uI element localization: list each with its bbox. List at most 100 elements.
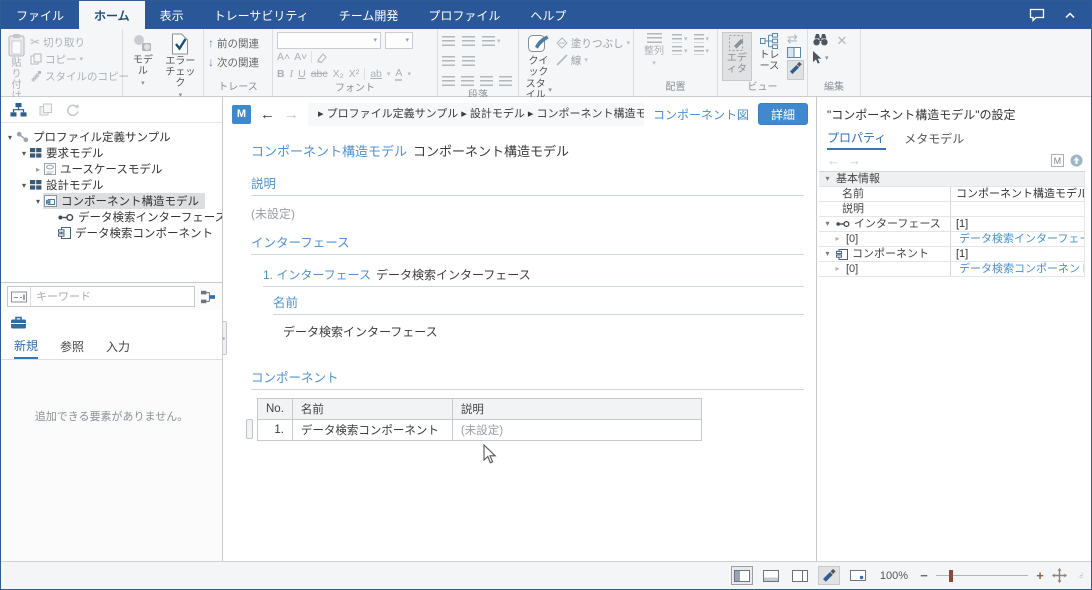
italic-button[interactable]: I bbox=[290, 69, 294, 80]
keyword-search-input[interactable] bbox=[31, 291, 194, 303]
align-left-icon[interactable] bbox=[442, 76, 455, 86]
line-button[interactable]: 線▾ bbox=[556, 52, 630, 68]
theme-paint-toggle[interactable] bbox=[787, 60, 804, 80]
tree-item-data-search-component[interactable]: データ検索コンポーネント bbox=[1, 225, 222, 241]
justify-icon[interactable] bbox=[499, 76, 512, 86]
prev-relation-button[interactable]: ↑前の関連 bbox=[208, 35, 269, 51]
resize-grip-icon[interactable] bbox=[1074, 571, 1083, 580]
copy-button[interactable]: コピー▾ bbox=[30, 51, 129, 67]
quick-style-button[interactable]: クイック スタイル▾ bbox=[523, 32, 554, 102]
align-right-icon[interactable] bbox=[480, 76, 493, 86]
style-copy-button[interactable]: スタイルのコピー bbox=[30, 68, 129, 84]
collapse-ribbon-icon[interactable] bbox=[1065, 12, 1075, 19]
subscript-button[interactable]: X₂ bbox=[333, 68, 344, 80]
menu-tab-file[interactable]: ファイル bbox=[1, 1, 79, 29]
font-size-select[interactable]: ▾ bbox=[385, 32, 413, 49]
property-row-component[interactable]: ▾ コンポーネント [1] bbox=[819, 247, 1084, 262]
expand-arrow-icon[interactable]: ▸ bbox=[833, 262, 842, 276]
font-color-button[interactable]: A bbox=[395, 67, 402, 81]
error-check-button[interactable]: エラーチェック ▾ bbox=[161, 32, 200, 102]
trace-view-button[interactable]: トレース bbox=[754, 32, 785, 81]
tab-properties[interactable]: プロパティ bbox=[827, 126, 886, 150]
paste-button[interactable]: 貼り付け bbox=[5, 32, 28, 103]
find-binoculars-icon[interactable] bbox=[813, 33, 828, 46]
presentation-button[interactable] bbox=[847, 566, 869, 585]
keyword-mode-button[interactable] bbox=[8, 287, 31, 306]
refresh-icon[interactable] bbox=[65, 103, 79, 116]
shrink-font-icon[interactable]: A˅ bbox=[294, 51, 307, 63]
property-row-interface-0[interactable]: ▸ [0] データ検索インターフェース:イ… bbox=[819, 232, 1084, 247]
tree-item-usecase-model[interactable]: ▸ ユースケースモデル bbox=[1, 161, 222, 177]
expand-arrow-icon[interactable]: ▾ bbox=[19, 181, 29, 190]
prop-forward-button[interactable]: → bbox=[848, 153, 861, 168]
filter-structure-icon[interactable] bbox=[200, 290, 216, 304]
tree-item-component-structure-model[interactable]: ▾ コンポーネント構造モデル bbox=[1, 193, 222, 209]
metamodel-jump-icon[interactable]: M bbox=[1051, 154, 1064, 167]
clear-format-icon[interactable] bbox=[316, 52, 328, 63]
property-row-component-0[interactable]: ▸ [0] データ検索コンポーネント:コン… bbox=[819, 262, 1084, 277]
font-family-select[interactable]: ▾ bbox=[277, 32, 381, 49]
tab-input[interactable]: 入力 bbox=[106, 334, 130, 359]
select-cursor-icon[interactable] bbox=[812, 51, 823, 64]
multilevel-list-icon[interactable] bbox=[482, 36, 495, 46]
toolbox-icon[interactable] bbox=[10, 316, 27, 329]
layout-right-button[interactable] bbox=[789, 566, 811, 585]
detail-button[interactable]: 詳細 bbox=[758, 103, 808, 125]
editor-view-button[interactable]: エディタ bbox=[722, 32, 752, 81]
zoom-in-button[interactable]: + bbox=[1035, 568, 1045, 583]
zoom-slider[interactable] bbox=[936, 569, 1028, 583]
prop-component-link[interactable]: データ検索コンポーネント:コン… bbox=[959, 262, 1084, 276]
cut-button[interactable]: ✂切り取り bbox=[30, 34, 129, 50]
tree-item-design-model[interactable]: ▾ 設計モデル bbox=[1, 177, 222, 193]
tab-new[interactable]: 新規 bbox=[14, 334, 38, 359]
expand-arrow-icon[interactable]: ▾ bbox=[33, 197, 43, 206]
menu-tab-team[interactable]: チーム開発 bbox=[324, 1, 414, 29]
menu-tab-traceability[interactable]: トレーサビリティ bbox=[199, 1, 324, 29]
superscript-button[interactable]: X² bbox=[349, 68, 360, 80]
zoom-out-button[interactable]: − bbox=[919, 568, 929, 583]
feedback-comment-icon[interactable] bbox=[1029, 8, 1045, 22]
format-paint-toggle[interactable] bbox=[818, 566, 840, 585]
prop-interface-link[interactable]: データ検索インターフェース:イ… bbox=[959, 232, 1084, 246]
bold-button[interactable]: B bbox=[277, 68, 285, 80]
table-row[interactable]: 1. データ検索コンポーネント (未設定) bbox=[258, 420, 702, 441]
tab-metamodel[interactable]: メタモデル bbox=[904, 126, 964, 150]
property-row-name[interactable]: 名前 コンポーネント構造モデル bbox=[819, 187, 1084, 202]
table-row-handle[interactable] bbox=[246, 419, 253, 439]
swap-panes-icon[interactable]: ⇄ bbox=[787, 33, 804, 45]
duplicate-icon[interactable] bbox=[39, 103, 53, 116]
expand-arrow-icon[interactable]: ▸ bbox=[833, 232, 842, 246]
menu-tab-home[interactable]: ホーム bbox=[79, 1, 145, 29]
fill-button[interactable]: 塗りつぶし▾ bbox=[556, 35, 630, 51]
delete-x-icon[interactable]: ✕ bbox=[837, 33, 848, 81]
size-match-icon[interactable] bbox=[672, 34, 682, 43]
tree-item-requirement-model[interactable]: ▾ 要求モデル bbox=[1, 145, 222, 161]
interface-item-link[interactable]: 1. インターフェース bbox=[263, 268, 371, 282]
numbered-list-icon[interactable] bbox=[462, 36, 475, 46]
collapse-arrow-icon[interactable]: ▾ bbox=[823, 217, 832, 231]
model-button[interactable]: モデル ▾ bbox=[127, 32, 159, 102]
underline-button[interactable]: U bbox=[298, 68, 306, 80]
decrease-indent-icon[interactable] bbox=[442, 56, 455, 66]
property-row-interface[interactable]: ▾ インターフェース [1] bbox=[819, 217, 1084, 232]
group-icon[interactable] bbox=[672, 46, 682, 55]
nav-back-button[interactable]: ← bbox=[260, 106, 275, 123]
menu-tab-help[interactable]: ヘルプ bbox=[515, 1, 581, 29]
increase-indent-icon[interactable] bbox=[462, 56, 475, 66]
bullet-list-icon[interactable] bbox=[442, 36, 455, 46]
property-group-basic[interactable]: ▾ 基本情報 bbox=[819, 172, 1084, 187]
breadcrumb[interactable]: ▸ プロファイル定義サンプル ▸ 設計モデル ▸ コンポーネント構造モデル ▸ bbox=[308, 103, 644, 126]
go-circle-icon[interactable] bbox=[1070, 154, 1083, 167]
expand-arrow-icon[interactable]: ▾ bbox=[19, 149, 29, 158]
expand-arrow-icon[interactable]: ▾ bbox=[5, 133, 15, 142]
structure-tree-icon[interactable] bbox=[10, 103, 27, 117]
layout-bottom-button[interactable] bbox=[760, 566, 782, 585]
grow-font-icon[interactable]: A˄ bbox=[277, 51, 290, 63]
next-relation-button[interactable]: ↓次の関連 bbox=[208, 54, 269, 70]
order-icon[interactable] bbox=[694, 34, 704, 43]
collapse-arrow-icon[interactable]: ▾ bbox=[823, 247, 832, 261]
panel-collapse-handle[interactable]: ◂ bbox=[223, 321, 227, 355]
tree-item-profile-sample[interactable]: ▾ プロファイル定義サンプル bbox=[1, 129, 222, 145]
align-button[interactable]: 整列 ▾ bbox=[638, 32, 670, 81]
align-center-icon[interactable] bbox=[461, 76, 474, 86]
